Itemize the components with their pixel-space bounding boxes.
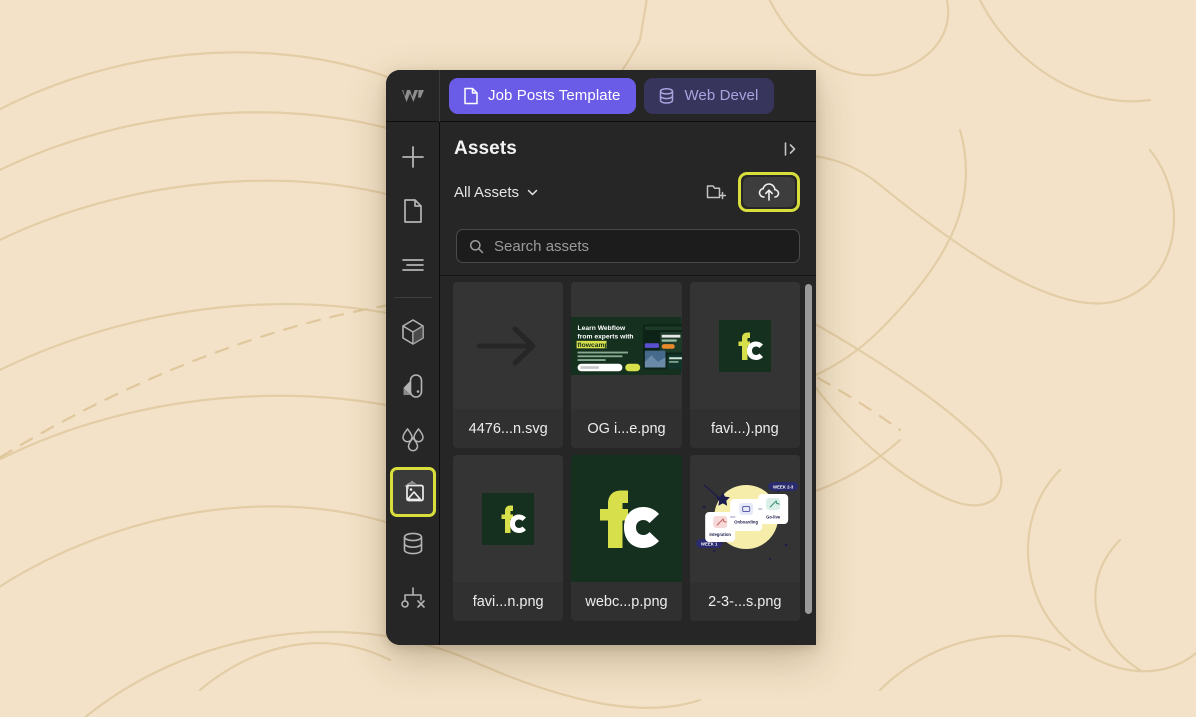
asset-thumbnail <box>571 455 682 582</box>
svg-text:WEEK 2-3: WEEK 2-3 <box>773 485 794 490</box>
asset-thumbnail: Learn Webflow from experts with flowcamp… <box>571 282 682 409</box>
og-image-graphic: Learn Webflow from experts with flowcamp… <box>571 316 682 375</box>
svg-text:flowcamp.: flowcamp. <box>578 341 611 348</box>
asset-filename: 2-3-...s.png <box>689 582 800 621</box>
assets-panel: Assets All Assets Search assets 4476...n… <box>440 122 816 645</box>
tab-strip: Job Posts Template Web Devel <box>440 77 816 114</box>
cube-icon <box>401 319 424 345</box>
sidebar-item-logic[interactable] <box>391 571 435 625</box>
sidebar-item-pages[interactable] <box>391 184 435 238</box>
cloud-upload-icon <box>758 183 780 201</box>
new-folder-icon <box>706 185 726 200</box>
search-input[interactable]: Search assets <box>456 229 800 263</box>
image-icon <box>404 480 424 502</box>
left-toolbar <box>386 122 440 645</box>
asset-filename: favi...n.png <box>453 582 564 621</box>
tab-label: Job Posts Template <box>488 87 621 104</box>
style-panel-icon <box>403 374 422 398</box>
tab-job-posts-template[interactable]: Job Posts Template <box>449 77 637 114</box>
sidebar-item-assets[interactable] <box>389 467 436 517</box>
favicon-small-graphic <box>718 319 771 372</box>
asset-thumbnail <box>453 282 564 409</box>
top-bar: Job Posts Template Web Devel <box>386 70 816 122</box>
webflow-logo-icon <box>401 89 424 102</box>
search-row: Search assets <box>440 225 816 275</box>
page-title: Assets <box>454 138 517 159</box>
rail-divider <box>393 297 432 298</box>
search-placeholder: Search assets <box>494 237 590 255</box>
sidebar-item-add[interactable] <box>391 130 435 184</box>
asset-thumbnail <box>453 455 564 582</box>
assets-toolbar: All Assets <box>440 160 816 225</box>
asset-item[interactable]: Learn Webflow from experts with flowcamp… <box>571 282 682 448</box>
chevron-down-icon <box>527 189 538 195</box>
asset-item[interactable]: 4476...n.svg <box>453 282 564 448</box>
tab-web-development[interactable]: Web Devel <box>644 77 775 114</box>
sidebar-item-styles[interactable] <box>391 359 435 413</box>
page-icon <box>403 199 422 223</box>
webflow-designer-window: Job Posts Template Web Devel Assets All … <box>386 70 816 645</box>
asset-filter-dropdown[interactable]: All Assets <box>454 184 539 201</box>
fc-logo-graphic <box>583 475 670 562</box>
favicon-medium-graphic <box>482 492 535 545</box>
database-icon <box>660 87 674 104</box>
asset-item[interactable]: favi...).png <box>689 282 800 448</box>
svg-text:Integration: Integration <box>709 532 731 537</box>
asset-filename: OG i...e.png <box>571 409 682 448</box>
database-icon <box>403 532 422 555</box>
svg-text:Go-live: Go-live <box>766 515 781 520</box>
asset-filename: favi...).png <box>689 409 800 448</box>
asset-item[interactable]: favi...n.png <box>453 455 564 621</box>
vertical-scrollbar[interactable] <box>805 284 812 614</box>
asset-filename: webc...p.png <box>571 582 682 621</box>
new-folder-button[interactable] <box>702 179 730 205</box>
asset-thumbnail: WEEK 1 WEEK 2-3 Integration Onboarding G… <box>689 455 800 582</box>
webflow-logo[interactable] <box>386 70 440 122</box>
asset-item[interactable]: webc...p.png <box>571 455 682 621</box>
svg-text:Onboarding: Onboarding <box>734 520 758 525</box>
window-body: Assets All Assets Search assets 4476...n… <box>386 122 816 645</box>
sidebar-item-cms[interactable] <box>391 517 435 571</box>
panel-expand-glyph <box>784 142 796 156</box>
timeline-diagram-graphic: WEEK 1 WEEK 2-3 Integration Onboarding G… <box>689 455 800 582</box>
sidebar-item-components[interactable] <box>391 305 435 359</box>
layers-icon <box>401 259 424 271</box>
asset-grid-container: 4476...n.svg Learn Webflow from experts … <box>440 276 816 645</box>
arrow-right-graphic <box>476 326 536 365</box>
droplets-icon <box>401 427 424 452</box>
sidebar-item-navigator[interactable] <box>391 238 435 292</box>
panel-expand-icon[interactable] <box>782 140 800 158</box>
upload-button-highlight <box>738 172 800 212</box>
asset-grid: 4476...n.svg Learn Webflow from experts … <box>440 276 816 621</box>
plus-icon <box>401 146 424 168</box>
logic-icon <box>400 587 425 608</box>
assets-panel-header: Assets <box>440 122 816 160</box>
asset-thumbnail <box>689 282 800 409</box>
svg-text:WEEK 1: WEEK 1 <box>701 542 718 547</box>
search-icon <box>469 239 484 253</box>
tab-label: Web Devel <box>684 87 759 104</box>
sidebar-item-variables[interactable] <box>391 413 435 467</box>
svg-text:from experts with: from experts with <box>578 333 634 340</box>
asset-item[interactable]: WEEK 1 WEEK 2-3 Integration Onboarding G… <box>689 455 800 621</box>
page-icon <box>464 87 478 104</box>
asset-filter-label: All Assets <box>454 183 520 201</box>
svg-text:Learn Webflow: Learn Webflow <box>578 325 626 332</box>
toolbar-actions <box>702 172 800 212</box>
upload-asset-button[interactable] <box>743 177 795 207</box>
asset-filename: 4476...n.svg <box>453 409 564 448</box>
